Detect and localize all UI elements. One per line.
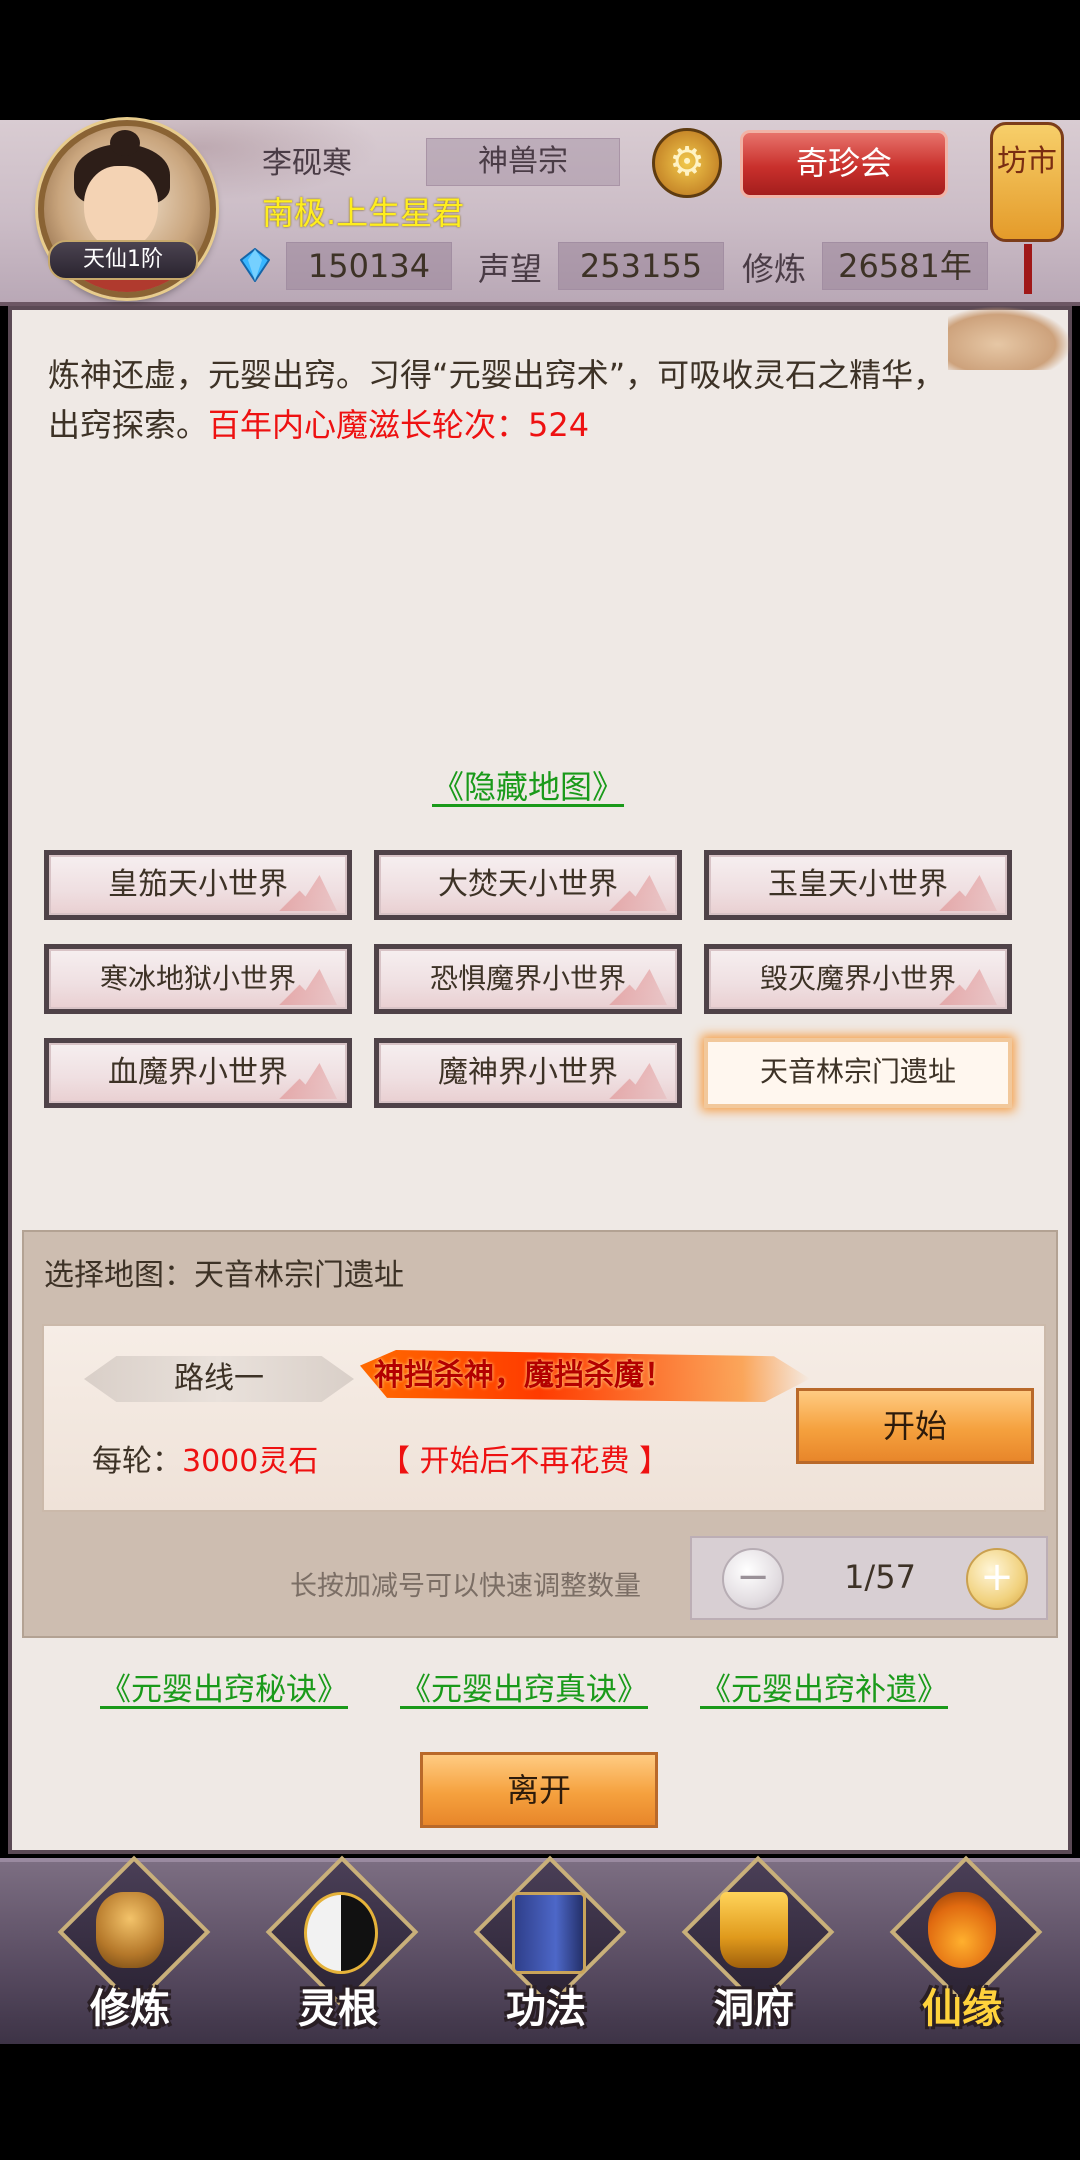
no-further-cost-note: 【 开始后不再花费 】 <box>380 1444 670 1479</box>
map-button-label: 皇笳天小世界 <box>108 867 288 902</box>
game-screen: 天仙1阶 李砚寒 南极.上生星君 神兽宗 ⚙ 奇珍会 坊市 150134 声望 … <box>0 0 1080 2160</box>
description-text: 炼神还虚，元婴出窍。习得“元婴出窍术”，可吸收灵石之精华，出窍探索。百年内心魔滋… <box>48 350 948 450</box>
map-button[interactable]: 毁灭魔界小世界 <box>704 944 1012 1014</box>
start-button[interactable]: 开始 <box>796 1388 1034 1464</box>
market-lantern-button[interactable]: 坊市 <box>990 122 1064 242</box>
technique-link-true[interactable]: 《元婴出窍真诀》 <box>400 1664 648 1709</box>
map-button-label: 魔神界小世界 <box>438 1055 618 1090</box>
pagoda-icon <box>720 1892 788 1968</box>
map-button[interactable]: 寒冰地狱小世界 <box>44 944 352 1014</box>
cultivation-label: 修炼 <box>742 250 807 288</box>
reputation-value: 253155 <box>558 242 724 290</box>
nav-fate[interactable]: 仙缘 <box>882 1855 1043 2036</box>
map-button-label: 血魔界小世界 <box>108 1055 288 1090</box>
technique-link-secret[interactable]: 《元婴出窍秘诀》 <box>100 1664 348 1709</box>
selected-map-label: 选择地图：天音林宗门遗址 <box>44 1258 404 1293</box>
spirit-stones-value: 150134 <box>286 242 452 290</box>
map-button-label: 毁灭魔界小世界 <box>759 962 956 995</box>
reputation-label: 声望 <box>478 250 543 288</box>
nav-label: 修炼 <box>90 1986 170 2032</box>
avatar-face <box>84 166 158 250</box>
nav-cultivate[interactable]: 修炼 <box>50 1855 211 2036</box>
lantern-tassel <box>1024 244 1032 294</box>
map-button-label: 天音林宗门遗址 <box>759 1055 956 1088</box>
map-button-label: 大焚天小世界 <box>438 867 618 902</box>
technique-link-supplement[interactable]: 《元婴出窍补遗》 <box>700 1664 948 1709</box>
nav-cave-residence[interactable]: 洞府 <box>674 1855 835 2036</box>
per-round-cost-value: 3000灵石 <box>182 1444 319 1479</box>
level-badge: 天仙1阶 <box>48 240 198 280</box>
map-button[interactable]: 皇笳天小世界 <box>44 850 352 920</box>
route-slogan-banner: 神挡杀神，魔挡杀魔！ <box>360 1350 810 1402</box>
map-button-label: 寒冰地狱小世界 <box>99 962 296 995</box>
player-name: 李砚寒 <box>262 146 352 181</box>
inner-demon-rounds: 百年内心魔滋长轮次：524 <box>208 406 590 444</box>
minus-button[interactable]: − <box>722 1548 784 1610</box>
map-button-selected[interactable]: 天音林宗门遗址 <box>704 1038 1012 1108</box>
quantity-value: 1/57 <box>844 1558 916 1596</box>
cloud-decoration <box>948 306 1072 370</box>
map-button-label: 玉皇天小世界 <box>768 867 948 902</box>
per-round-cost: 每轮：3000灵石 <box>92 1436 318 1480</box>
nav-spirit-root[interactable]: 灵根 <box>258 1855 419 2036</box>
avatar-hair-bun <box>110 130 140 156</box>
map-button[interactable]: 血魔界小世界 <box>44 1038 352 1108</box>
player-title: 南极.上生星君 <box>262 194 465 232</box>
spirit-stone-gem-icon <box>240 248 270 282</box>
nav-techniques[interactable]: 功法 <box>466 1855 627 2036</box>
map-button[interactable]: 大焚天小世界 <box>374 850 682 920</box>
cultivation-value: 26581年 <box>822 242 988 290</box>
map-button-label: 恐惧魔界小世界 <box>429 962 626 995</box>
hidden-map-link[interactable]: 《隐藏地图》 <box>432 762 624 808</box>
monk-icon <box>96 1892 164 1968</box>
leave-button[interactable]: 离开 <box>420 1752 658 1828</box>
plus-button[interactable]: + <box>966 1548 1028 1610</box>
per-round-label: 每轮： <box>92 1444 182 1479</box>
book-icon <box>512 1892 586 1974</box>
yinyang-sword-icon <box>304 1892 378 1974</box>
sect-name[interactable]: 神兽宗 <box>426 138 620 186</box>
treasure-auction-button[interactable]: 奇珍会 <box>740 130 948 198</box>
settings-gear-icon[interactable]: ⚙ <box>652 128 722 198</box>
nav-label: 功法 <box>506 1986 586 2032</box>
gourd-icon <box>928 1892 996 1968</box>
nav-label: 仙缘 <box>922 1986 1002 2032</box>
map-button[interactable]: 玉皇天小世界 <box>704 850 1012 920</box>
nav-label: 洞府 <box>714 1986 794 2032</box>
route-tag: 路线一 <box>84 1356 354 1402</box>
nav-label: 灵根 <box>298 1986 378 2032</box>
map-button[interactable]: 魔神界小世界 <box>374 1038 682 1108</box>
stepper-hint: 长按加减号可以快速调整数量 <box>290 1571 641 1602</box>
map-button[interactable]: 恐惧魔界小世界 <box>374 944 682 1014</box>
